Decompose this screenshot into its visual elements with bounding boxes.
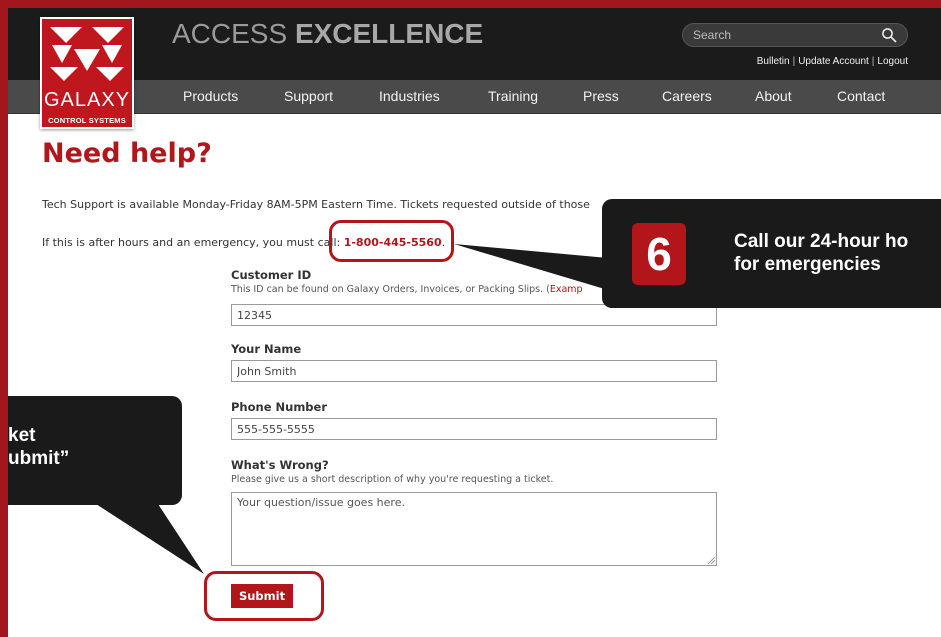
nav-item-press[interactable]: Press [583,88,662,108]
nav-item-training[interactable]: Training [488,88,583,108]
submit-highlight-box [204,571,324,621]
issue-description-textarea[interactable]: Your question/issue goes here. [231,492,717,566]
nav-item-careers[interactable]: Careers [662,88,755,108]
step-number-badge: 6 [632,223,686,285]
your-name-label: Your Name [231,342,302,356]
update-account-link[interactable]: Update Account [798,56,869,67]
left-callout-line-2: ubmit” [8,448,70,469]
galaxy-logo[interactable]: GALAXY CONTROL SYSTEMS [40,17,134,129]
left-callout-line-1: ket [8,425,36,446]
brand-title: ACCESS EXCELLENCE [172,18,483,50]
right-callout-line-1: Call our 24-hour ho [734,231,909,252]
galaxy-logo-mark-icon [50,27,124,81]
customer-id-help: This ID can be found on Galaxy Orders, I… [231,284,583,295]
search-input[interactable] [693,26,873,44]
nav-item-contact[interactable]: Contact [837,88,897,108]
nav-item-about[interactable]: About [755,88,837,108]
logo-name: GALAXY [44,89,131,111]
search-box[interactable] [682,23,908,47]
brand-title-bold: EXCELLENCE [294,18,484,49]
bulletin-link[interactable]: Bulletin [757,56,790,67]
your-name-input[interactable] [231,360,717,382]
nav-item-products[interactable]: Products [183,88,284,108]
page-title: Need help? [42,138,212,169]
emergency-text-prefix: If this is after hours and an emergency,… [42,236,344,249]
user-links: Bulletin | Update Account | Logout [756,56,908,67]
nav-item-industries[interactable]: Industries [379,88,488,108]
customer-id-help-text: This ID can be found on Galaxy Orders, I… [231,284,550,295]
left-callout-pointer [96,504,204,574]
whats-wrong-help: Please give us a short description of wh… [231,474,554,485]
resize-handle-icon[interactable] [707,556,716,565]
brand-title-light: ACCESS [172,18,288,49]
logo-subtitle: CONTROL SYSTEMS [48,116,126,125]
page: ACCESS EXCELLENCE Bulletin|Update Accoun… [8,8,941,637]
nav-item-support[interactable]: Support [284,88,379,108]
phone-number-input[interactable] [231,418,717,440]
main-nav: Products Support Industries Training Pre… [183,88,897,108]
support-hours-text: Tech Support is available Monday-Friday … [42,198,590,211]
right-callout-bubble: 6 Call our 24-hour ho for emergencies [602,199,941,308]
whats-wrong-label: What's Wrong? [231,458,329,472]
phone-number-label: Phone Number [231,400,328,414]
customer-id-label: Customer ID [231,268,312,282]
logout-link[interactable]: Logout [877,56,908,67]
customer-id-example-link[interactable]: Examp [550,284,583,295]
right-callout-line-2: for emergencies [734,254,881,275]
phone-highlight-box [329,220,454,262]
search-icon[interactable] [881,27,897,43]
left-callout-bubble: ket ubmit” [8,396,182,505]
